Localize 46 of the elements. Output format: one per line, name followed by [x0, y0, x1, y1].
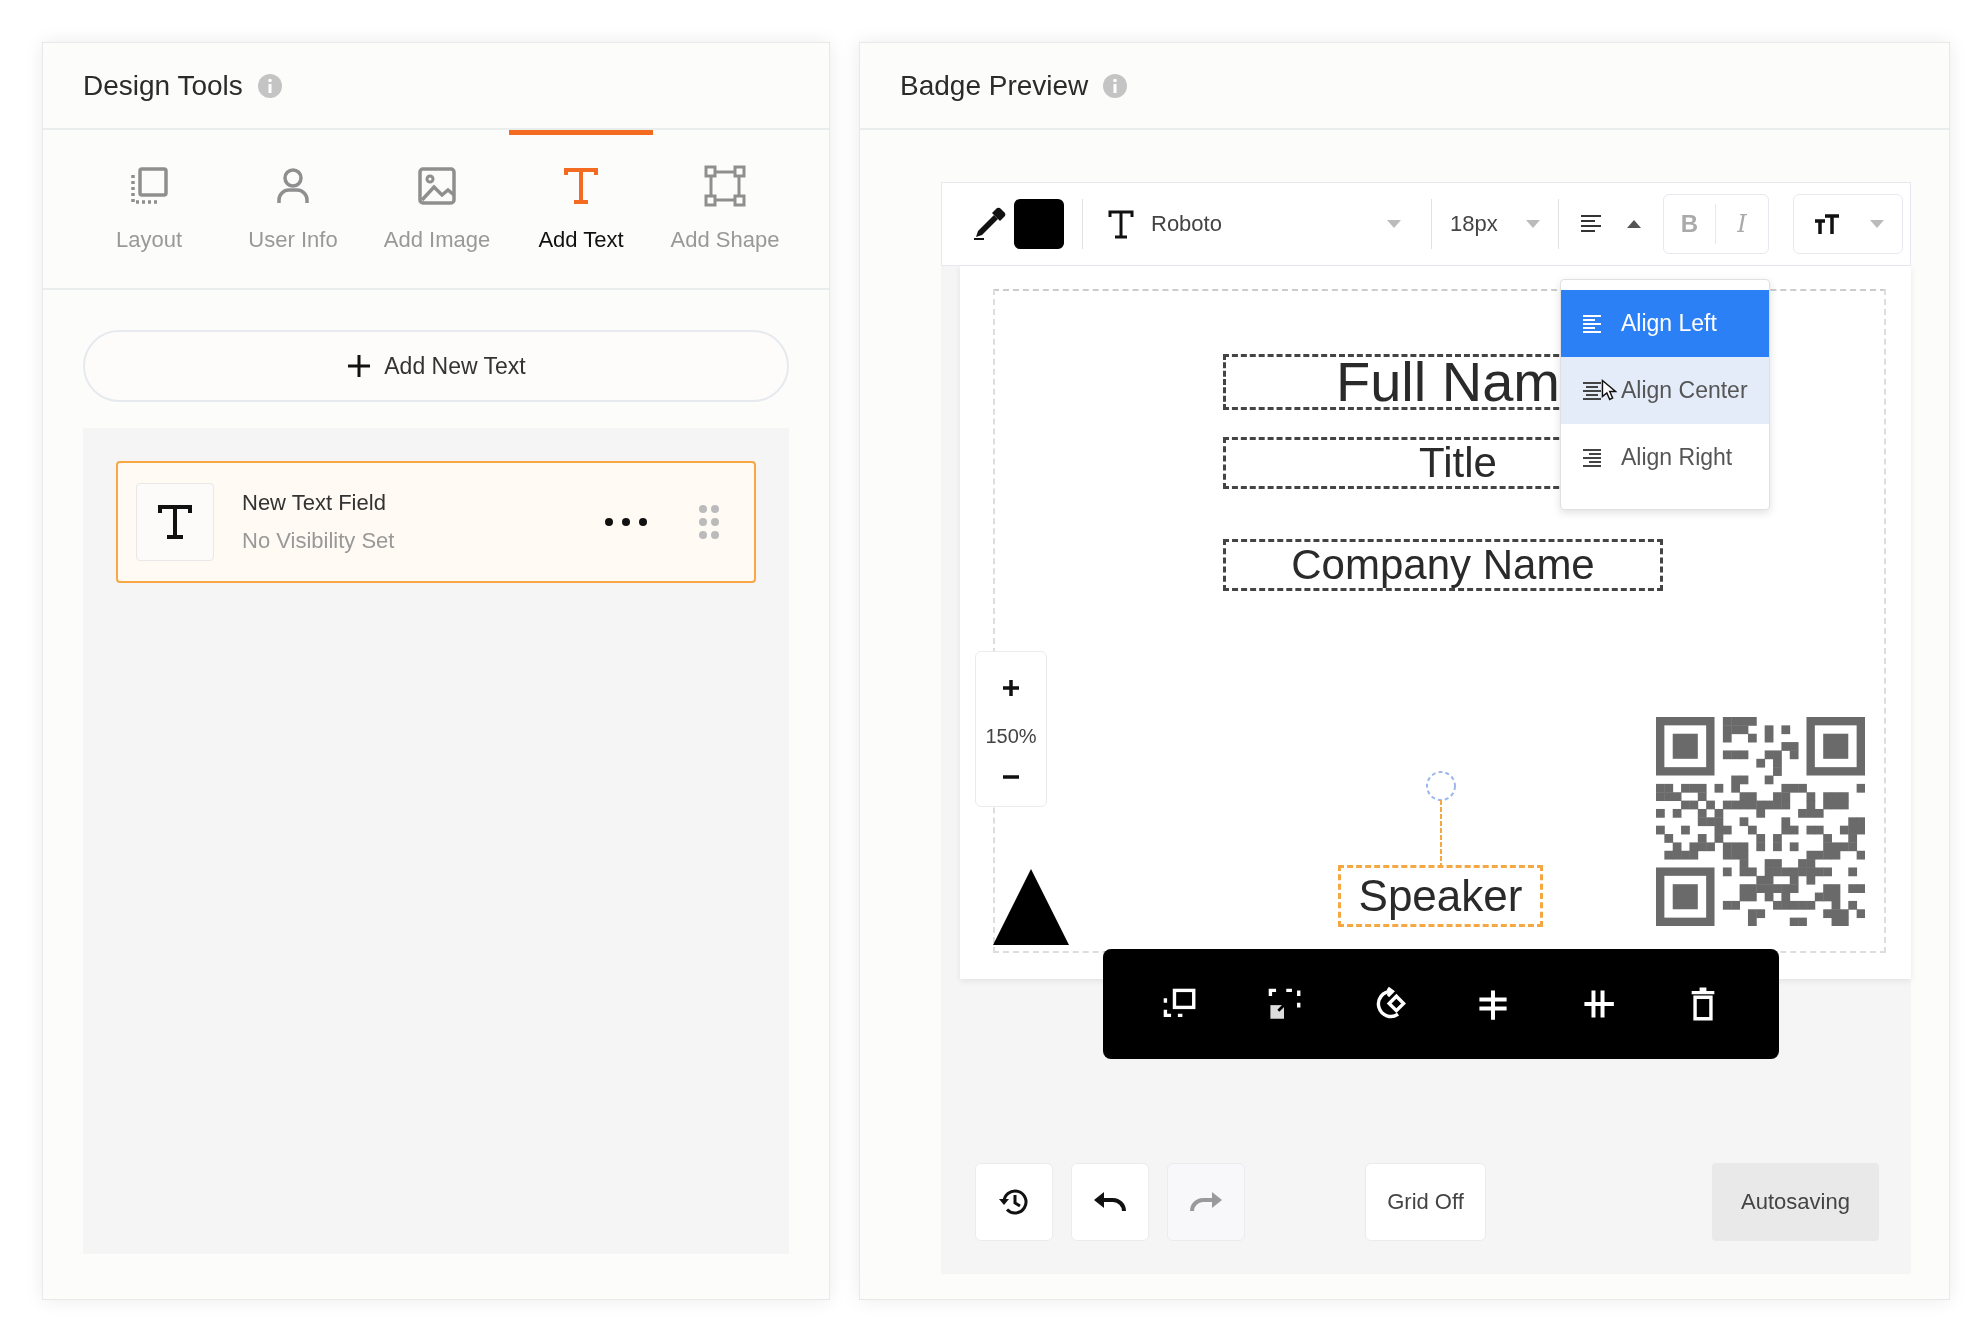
font-size-dropdown[interactable]: 18px: [1450, 211, 1540, 237]
info-icon: [256, 72, 283, 99]
menu-item[interactable]: Align Left: [1561, 290, 1769, 357]
badge-text[interactable]: Company Name: [1223, 539, 1663, 591]
grid-toggle-button[interactable]: Grid Off: [1365, 1163, 1486, 1241]
layout-icon: [128, 165, 170, 207]
font-dropdown[interactable]: Roboto: [1151, 211, 1413, 237]
history-button[interactable]: [975, 1163, 1053, 1241]
cursor-icon: [1601, 378, 1617, 402]
more-icon[interactable]: [604, 517, 648, 527]
undo-button[interactable]: [1071, 1163, 1149, 1241]
text-size-icon: [1814, 214, 1840, 234]
text-icon: [1107, 209, 1135, 239]
rotate-handle[interactable]: [1423, 769, 1458, 865]
panel-title: Badge Preview: [900, 69, 1089, 102]
redo-icon: [1189, 1190, 1223, 1214]
text-size-dropdown[interactable]: [1793, 194, 1903, 254]
zoom-in-icon[interactable]: [1002, 679, 1020, 698]
zoom-level: 150%: [985, 724, 1037, 748]
visibility-label: No Visibility Set: [242, 528, 396, 554]
field-name: New Text Field: [242, 490, 387, 516]
info-icon: [1102, 72, 1129, 99]
image-icon: [416, 165, 458, 207]
text-icon: [155, 502, 195, 542]
eyedropper-icon[interactable]: [972, 207, 1006, 241]
drag-handle-icon[interactable]: [698, 504, 720, 540]
menu-item[interactable]: Align Center: [1561, 357, 1769, 424]
tab[interactable]: Add Text: [509, 130, 653, 288]
caret-icon[interactable]: [1627, 220, 1641, 228]
align-right-icon: [1583, 448, 1601, 467]
zoom-out-icon[interactable]: [1002, 774, 1020, 779]
autosave-status: Autosaving: [1712, 1163, 1879, 1241]
badge-text[interactable]: Speaker: [1338, 865, 1543, 927]
text-field-card[interactable]: New Text Field No Visibility Set: [116, 461, 756, 583]
align-left-icon: [1583, 314, 1601, 333]
undo-icon: [1093, 1190, 1127, 1214]
add-text-button[interactable]: Add New Text: [83, 330, 789, 402]
align-dropdown[interactable]: [1581, 215, 1641, 233]
panel-title: Design Tools: [83, 69, 243, 102]
plus-icon: [346, 353, 373, 379]
resize-icon[interactable]: [1267, 987, 1301, 1021]
align-left-icon: [1581, 215, 1601, 233]
align-center-icon: [1583, 381, 1601, 400]
color-swatch[interactable]: [1014, 199, 1064, 249]
shape-icon: [704, 165, 746, 207]
triangle-shape[interactable]: [993, 869, 1069, 945]
